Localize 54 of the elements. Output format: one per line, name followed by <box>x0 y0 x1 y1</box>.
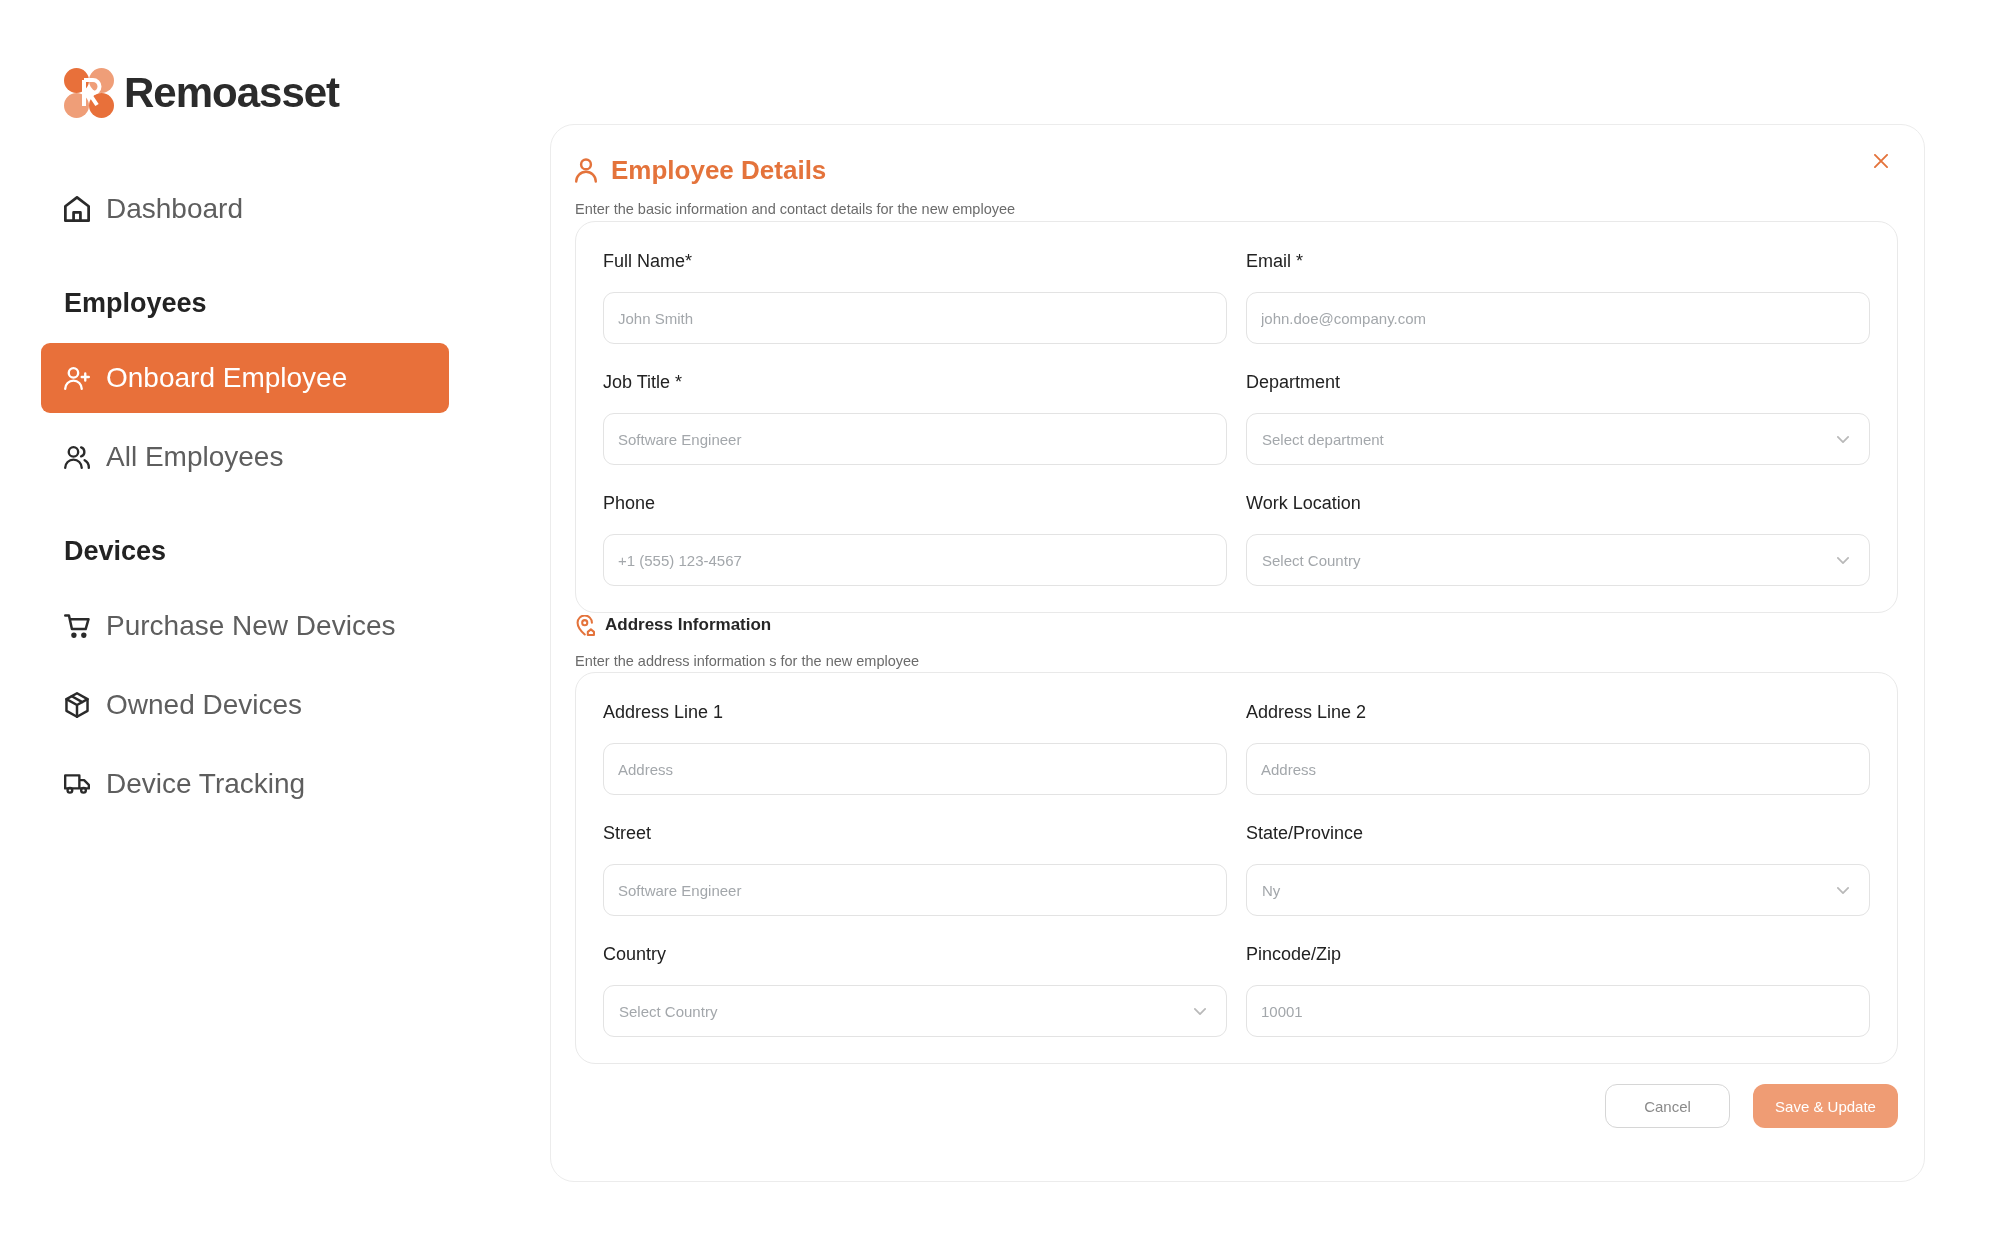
field-label: State/Province <box>1246 822 1365 844</box>
primary-button[interactable]: Save & Update <box>1753 1084 1898 1128</box>
chevron-down-icon <box>1837 886 1849 894</box>
section-title: Address Information <box>605 614 772 636</box>
input-field[interactable]: Address <box>603 743 1227 795</box>
nav-item[interactable]: Onboard Employee <box>41 343 449 413</box>
input-field[interactable]: Address <box>1246 743 1870 795</box>
dropdown-field[interactable]: Ny <box>1246 864 1870 916</box>
nav-item[interactable]: Owned Devices <box>41 670 449 740</box>
input-field[interactable]: +1 (555) 123-4567 <box>603 534 1227 586</box>
location-pin-icon <box>575 614 595 636</box>
input-field[interactable]: 10001 <box>1246 985 1870 1037</box>
section-heading: Employees <box>64 287 208 320</box>
dropdown-field[interactable]: Select Country <box>603 985 1227 1037</box>
chevron-down-icon <box>1194 1007 1206 1015</box>
input-field[interactable]: John Smith <box>603 292 1227 344</box>
field-label: Job Title * <box>603 371 684 393</box>
field-label: Address Line 1 <box>603 701 725 723</box>
section-subtitle: Enter the basic information and contact details for the new employee <box>575 200 1017 218</box>
dropdown-field[interactable]: Select department <box>1246 413 1870 465</box>
input-field[interactable]: john.doe@company.com <box>1246 292 1870 344</box>
field-label: Address Line 2 <box>1246 701 1368 723</box>
field-label: Country <box>603 943 668 965</box>
user-icon <box>575 157 597 183</box>
chevron-down-icon <box>1837 556 1849 564</box>
shopping-cart-icon <box>64 614 90 638</box>
chevron-down-icon <box>1837 435 1849 443</box>
nav-item[interactable]: Purchase New Devices <box>41 591 449 661</box>
field-label: Work Location <box>1246 492 1362 514</box>
field-label: Street <box>603 822 653 844</box>
section-heading: Devices <box>64 535 168 568</box>
input-field[interactable]: Software Engineer <box>603 413 1227 465</box>
field-label: Pincode/Zip <box>1246 943 1343 965</box>
field-label: Phone <box>603 492 657 514</box>
users-icon <box>64 445 90 469</box>
field-label: Email * <box>1246 250 1304 272</box>
brand-name: Remoasset <box>124 68 340 118</box>
input-field[interactable]: Software Engineer <box>603 864 1227 916</box>
close-button[interactable] <box>1874 154 1888 168</box>
home-icon <box>64 196 90 222</box>
section-title: Employee Details <box>611 154 827 187</box>
field-label: Department <box>1246 371 1342 393</box>
logo-mark-icon <box>64 68 114 118</box>
nav-item[interactable]: Dashboard <box>41 174 449 244</box>
section-subtitle: Enter the address information s for the new employee <box>575 652 921 670</box>
dropdown-field[interactable]: Select Country <box>1246 534 1870 586</box>
secondary-button[interactable]: Cancel <box>1605 1084 1730 1128</box>
nav-item[interactable]: All Employees <box>41 422 449 492</box>
user-plus-icon <box>64 366 90 390</box>
nav-item[interactable]: Device Tracking <box>41 749 449 819</box>
close-icon <box>1874 154 1888 168</box>
truck-icon <box>64 774 90 794</box>
package-icon <box>65 692 89 718</box>
field-label: Full Name* <box>603 250 694 272</box>
